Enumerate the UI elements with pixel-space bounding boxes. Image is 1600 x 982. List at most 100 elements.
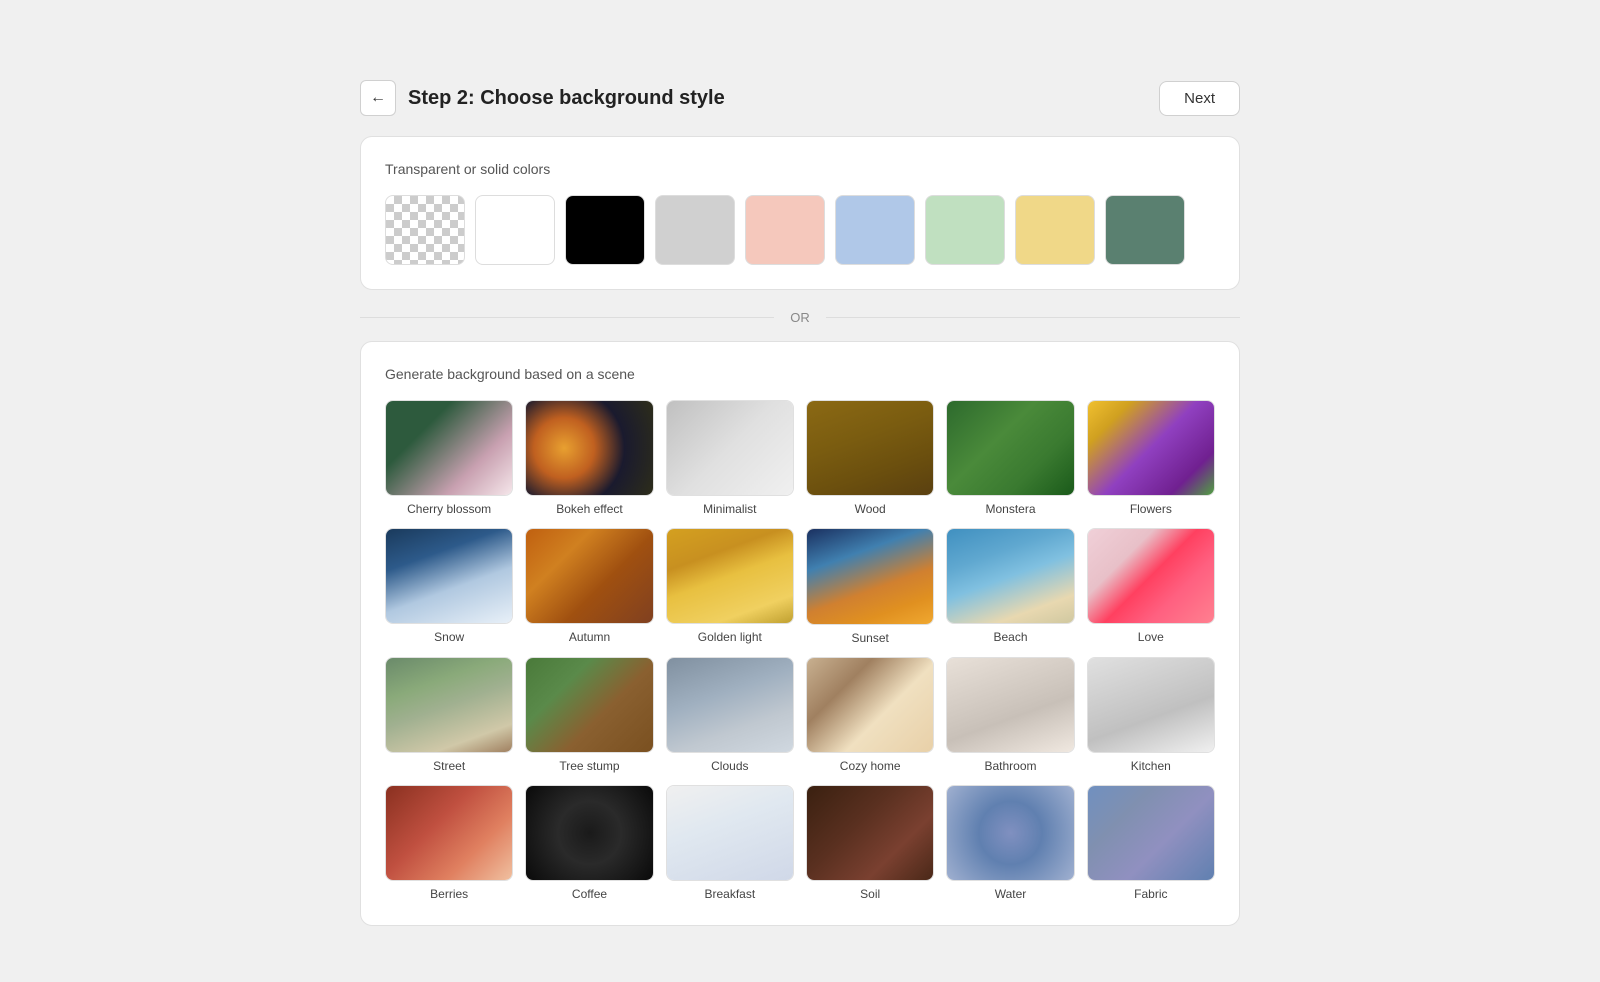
scene-label-cozy-home: Cozy home bbox=[840, 759, 901, 773]
scene-thumb-inner-row4f bbox=[1088, 786, 1214, 880]
scene-thumb-inner-autumn bbox=[526, 529, 652, 623]
next-button[interactable]: Next bbox=[1159, 81, 1240, 116]
scene-item-love[interactable]: Love bbox=[1087, 528, 1215, 644]
swatch-white[interactable] bbox=[475, 195, 555, 265]
scene-label-row4a: Berries bbox=[430, 887, 468, 901]
header: ← Step 2: Choose background style Next bbox=[360, 80, 1240, 116]
scene-thumb-row4a bbox=[385, 785, 513, 881]
scene-thumb-inner-row4d bbox=[807, 786, 933, 880]
scene-item-row4c[interactable]: Breakfast bbox=[666, 785, 794, 901]
scene-item-snow[interactable]: Snow bbox=[385, 528, 513, 644]
scene-thumb-inner-row4e bbox=[947, 786, 1073, 880]
or-divider: OR bbox=[360, 310, 1240, 325]
scene-section: Generate background based on a scene Che… bbox=[360, 341, 1240, 926]
scene-item-row4b[interactable]: Coffee bbox=[525, 785, 653, 901]
scene-label-row4e: Water bbox=[995, 887, 1027, 901]
header-left: ← Step 2: Choose background style bbox=[360, 80, 725, 116]
scene-label-golden-light: Golden light bbox=[698, 630, 762, 644]
scene-thumb-row4b bbox=[525, 785, 653, 881]
scene-label-row4d: Soil bbox=[860, 887, 880, 901]
scene-item-beach[interactable]: Beach bbox=[946, 528, 1074, 644]
back-icon: ← bbox=[370, 89, 386, 107]
scene-thumb-bathroom bbox=[946, 657, 1074, 753]
scene-label-tree-stump: Tree stump bbox=[559, 759, 619, 773]
scene-thumb-row4d bbox=[806, 785, 934, 881]
scene-thumb-wood bbox=[806, 400, 934, 496]
scene-thumb-inner-bokeh-effect bbox=[526, 401, 652, 495]
scene-thumb-inner-flowers bbox=[1088, 401, 1214, 495]
scene-thumb-row4f bbox=[1087, 785, 1215, 881]
scene-thumb-tree-stump bbox=[525, 657, 653, 753]
scene-thumb-love bbox=[1087, 528, 1215, 624]
scene-item-cherry-blossom[interactable]: Cherry blossom bbox=[385, 400, 513, 516]
swatch-green[interactable] bbox=[925, 195, 1005, 265]
scene-thumb-inner-cherry-blossom bbox=[386, 401, 512, 495]
scene-thumb-bokeh-effect bbox=[525, 400, 653, 496]
scene-thumb-inner-row4a bbox=[386, 786, 512, 880]
scene-thumb-autumn bbox=[525, 528, 653, 624]
scene-item-kitchen[interactable]: Kitchen bbox=[1087, 657, 1215, 773]
scene-label-autumn: Autumn bbox=[569, 630, 610, 644]
scene-item-row4f[interactable]: Fabric bbox=[1087, 785, 1215, 901]
scene-thumb-cozy-home bbox=[806, 657, 934, 753]
scene-thumb-snow bbox=[385, 528, 513, 624]
or-text: OR bbox=[790, 310, 810, 325]
scene-item-tree-stump[interactable]: Tree stump bbox=[525, 657, 653, 773]
scene-label-beach: Beach bbox=[993, 630, 1027, 644]
scene-label-row4b: Coffee bbox=[572, 887, 607, 901]
swatch-black[interactable] bbox=[565, 195, 645, 265]
scene-item-bokeh-effect[interactable]: Bokeh effect bbox=[525, 400, 653, 516]
back-button[interactable]: ← bbox=[360, 80, 396, 116]
scene-thumb-kitchen bbox=[1087, 657, 1215, 753]
scene-thumb-flowers bbox=[1087, 400, 1215, 496]
scene-thumb-inner-snow bbox=[386, 529, 512, 623]
scene-thumb-inner-monstera bbox=[947, 401, 1073, 495]
scene-item-row4e[interactable]: Water bbox=[946, 785, 1074, 901]
scene-item-row4d[interactable]: Soil bbox=[806, 785, 934, 901]
scene-thumb-row4c bbox=[666, 785, 794, 881]
scene-item-flowers[interactable]: Flowers bbox=[1087, 400, 1215, 516]
swatch-yellow[interactable] bbox=[1015, 195, 1095, 265]
scene-thumb-inner-street bbox=[386, 658, 512, 752]
scene-label-row4c: Breakfast bbox=[704, 887, 755, 901]
scene-thumb-inner-tree-stump bbox=[526, 658, 652, 752]
scene-label-wood: Wood bbox=[855, 502, 886, 516]
scene-thumb-inner-clouds bbox=[667, 658, 793, 752]
scene-label-row4f: Fabric bbox=[1134, 887, 1167, 901]
swatch-teal[interactable] bbox=[1105, 195, 1185, 265]
scene-thumb-golden-light bbox=[666, 528, 794, 624]
scene-thumb-inner-golden-light bbox=[667, 529, 793, 623]
scene-thumb-inner-row4b bbox=[526, 786, 652, 880]
scene-item-street[interactable]: Street bbox=[385, 657, 513, 773]
scene-item-autumn[interactable]: Autumn bbox=[525, 528, 653, 644]
scene-label-minimalist: Minimalist bbox=[703, 502, 756, 516]
scene-thumb-inner-sunset bbox=[807, 529, 933, 623]
scene-label-kitchen: Kitchen bbox=[1131, 759, 1171, 773]
scene-label-clouds: Clouds bbox=[711, 759, 748, 773]
swatch-pink[interactable] bbox=[745, 195, 825, 265]
scene-thumb-inner-beach bbox=[947, 529, 1073, 623]
solid-colors-title: Transparent or solid colors bbox=[385, 161, 1215, 177]
scene-item-cozy-home[interactable]: Cozy home bbox=[806, 657, 934, 773]
page-container: ← Step 2: Choose background style Next T… bbox=[360, 80, 1240, 942]
scene-label-love: Love bbox=[1138, 630, 1164, 644]
swatch-light-gray[interactable] bbox=[655, 195, 735, 265]
scene-label-bokeh-effect: Bokeh effect bbox=[556, 502, 623, 516]
scene-thumb-beach bbox=[946, 528, 1074, 624]
scene-item-row4a[interactable]: Berries bbox=[385, 785, 513, 901]
scene-item-golden-light[interactable]: Golden light bbox=[666, 528, 794, 644]
scene-item-sunset[interactable]: Sunset bbox=[806, 528, 934, 644]
swatch-blue[interactable] bbox=[835, 195, 915, 265]
scene-item-clouds[interactable]: Clouds bbox=[666, 657, 794, 773]
scene-thumb-street bbox=[385, 657, 513, 753]
scene-thumb-clouds bbox=[666, 657, 794, 753]
scene-thumb-inner-bathroom bbox=[947, 658, 1073, 752]
scene-item-minimalist[interactable]: Minimalist bbox=[666, 400, 794, 516]
swatch-transparent[interactable] bbox=[385, 195, 465, 265]
scene-item-monstera[interactable]: Monstera bbox=[946, 400, 1074, 516]
scene-label-snow: Snow bbox=[434, 630, 464, 644]
scene-item-bathroom[interactable]: Bathroom bbox=[946, 657, 1074, 773]
color-swatches bbox=[385, 195, 1215, 265]
scene-item-wood[interactable]: Wood bbox=[806, 400, 934, 516]
scene-thumb-row4e bbox=[946, 785, 1074, 881]
